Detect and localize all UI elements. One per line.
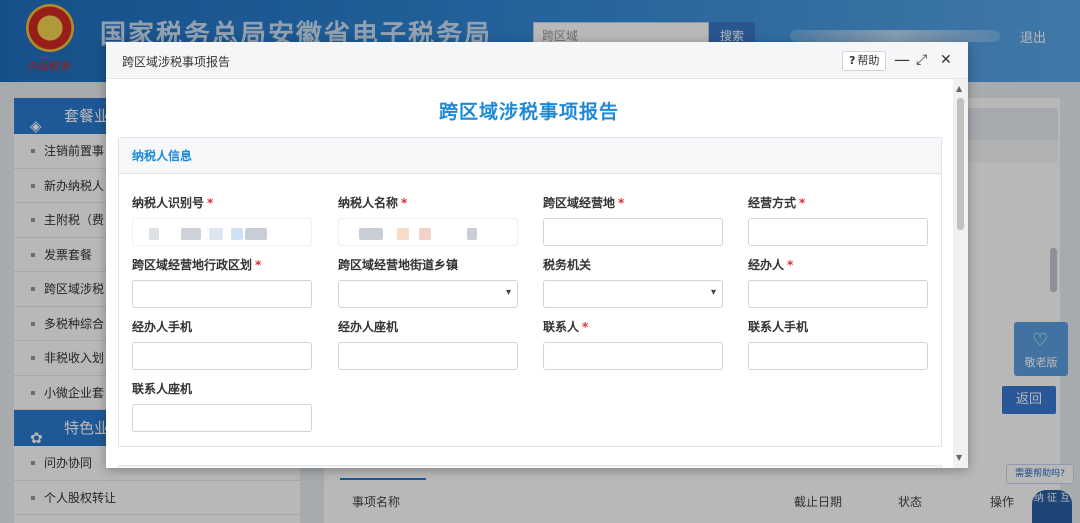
field-street-town: 跨区域经营地街道乡镇 ▾ bbox=[338, 256, 518, 308]
field-taxpayer-name: 纳税人名称 * bbox=[338, 194, 518, 246]
business-location-input[interactable] bbox=[543, 218, 723, 246]
required-mark: * bbox=[401, 196, 408, 210]
handler-mobile-input[interactable] bbox=[132, 342, 312, 370]
field-tax-authority: 税务机关 ▾ bbox=[543, 256, 723, 308]
field-label: 经办人手机 bbox=[132, 320, 193, 334]
required-mark: * bbox=[787, 258, 794, 272]
next-panel-edge bbox=[118, 465, 942, 468]
field-contact-landline: 联系人座机 bbox=[132, 380, 312, 432]
field-business-mode: 经营方式 * bbox=[748, 194, 928, 246]
field-label: 联系人座机 bbox=[132, 382, 193, 396]
report-dialog: 跨区域涉税事项报告 ? 帮助 — ⤢ ✕ 跨区域涉税事项报告 纳税人信息 纳税人识… bbox=[106, 42, 968, 468]
field-label: 跨区域经营地行政区划 bbox=[132, 258, 253, 272]
field-label: 纳税人名称 bbox=[338, 196, 399, 210]
field-business-location: 跨区域经营地 * bbox=[543, 194, 723, 246]
street-town-select[interactable]: ▾ bbox=[338, 280, 518, 308]
field-label: 联系人 bbox=[543, 320, 580, 334]
field-label: 跨区域经营地 bbox=[543, 196, 616, 210]
help-button[interactable]: ? 帮助 bbox=[842, 51, 887, 71]
admin-division-input[interactable] bbox=[132, 280, 312, 308]
contact-input[interactable] bbox=[543, 342, 723, 370]
required-mark: * bbox=[618, 196, 625, 210]
required-mark: * bbox=[207, 196, 214, 210]
blur-redaction bbox=[181, 228, 201, 240]
dialog-header: 跨区域涉税事项报告 ? 帮助 — ⤢ ✕ bbox=[106, 42, 968, 79]
chevron-down-icon: ▾ bbox=[710, 287, 716, 298]
report-title: 跨区域涉税事项报告 bbox=[438, 101, 619, 123]
business-mode-input[interactable] bbox=[748, 218, 928, 246]
field-handler-mobile: 经办人手机 bbox=[132, 318, 312, 370]
taxpayer-name-input[interactable] bbox=[338, 218, 518, 246]
field-label: 联系人手机 bbox=[748, 320, 809, 334]
handler-landline-input[interactable] bbox=[338, 342, 518, 370]
required-mark: * bbox=[799, 196, 806, 210]
blur-redaction bbox=[359, 228, 383, 240]
taxpayer-info-panel: 纳税人信息 纳税人识别号 * 纳税人名称 * 跨区域经营地 * 经营方式 * 跨… bbox=[118, 137, 942, 447]
close-icon[interactable]: ✕ bbox=[940, 50, 952, 70]
blur-redaction bbox=[245, 228, 267, 240]
contact-landline-input[interactable] bbox=[132, 404, 312, 432]
field-handler-landline: 经办人座机 bbox=[338, 318, 518, 370]
panel-title: 纳税人信息 bbox=[119, 138, 941, 174]
dialog-title: 跨区域涉税事项报告 bbox=[122, 55, 231, 69]
question-icon: ? bbox=[849, 54, 856, 67]
dialog-body: 跨区域涉税事项报告 纳税人信息 纳税人识别号 * 纳税人名称 * 跨区域经营地 … bbox=[106, 79, 968, 468]
chevron-down-icon: ▾ bbox=[505, 287, 511, 298]
field-label: 税务机关 bbox=[543, 258, 592, 272]
required-mark: * bbox=[255, 258, 262, 272]
required-mark: * bbox=[582, 320, 589, 334]
blur-redaction bbox=[149, 228, 159, 240]
field-label: 经办人 bbox=[748, 258, 785, 272]
field-label: 纳税人识别号 bbox=[132, 196, 205, 210]
scroll-down-icon[interactable]: ▼ bbox=[956, 453, 962, 462]
taxpayer-id-input[interactable] bbox=[132, 218, 312, 246]
field-contact: 联系人 * bbox=[543, 318, 723, 370]
contact-mobile-input[interactable] bbox=[748, 342, 928, 370]
field-label: 经办人座机 bbox=[338, 320, 399, 334]
field-handler: 经办人 * bbox=[748, 256, 928, 308]
blur-redaction bbox=[419, 228, 431, 240]
handler-input[interactable] bbox=[748, 280, 928, 308]
field-taxpayer-id: 纳税人识别号 * bbox=[132, 194, 312, 246]
blur-redaction bbox=[397, 228, 409, 240]
field-label: 跨区域经营地街道乡镇 bbox=[338, 258, 459, 272]
field-contact-mobile: 联系人手机 bbox=[748, 318, 928, 370]
minimize-icon[interactable]: — bbox=[894, 50, 910, 70]
field-label: 经营方式 bbox=[748, 196, 797, 210]
blur-redaction bbox=[209, 228, 223, 240]
blur-redaction bbox=[231, 228, 243, 240]
field-admin-division: 跨区域经营地行政区划 * bbox=[132, 256, 312, 308]
maximize-icon[interactable]: ⤢ bbox=[916, 50, 927, 70]
scroll-up-icon[interactable]: ▲ bbox=[956, 84, 962, 93]
help-label: 帮助 bbox=[857, 54, 880, 67]
dialog-scrollbar-thumb[interactable] bbox=[957, 98, 964, 230]
blur-redaction bbox=[467, 228, 477, 240]
tax-authority-select[interactable]: ▾ bbox=[543, 280, 723, 308]
